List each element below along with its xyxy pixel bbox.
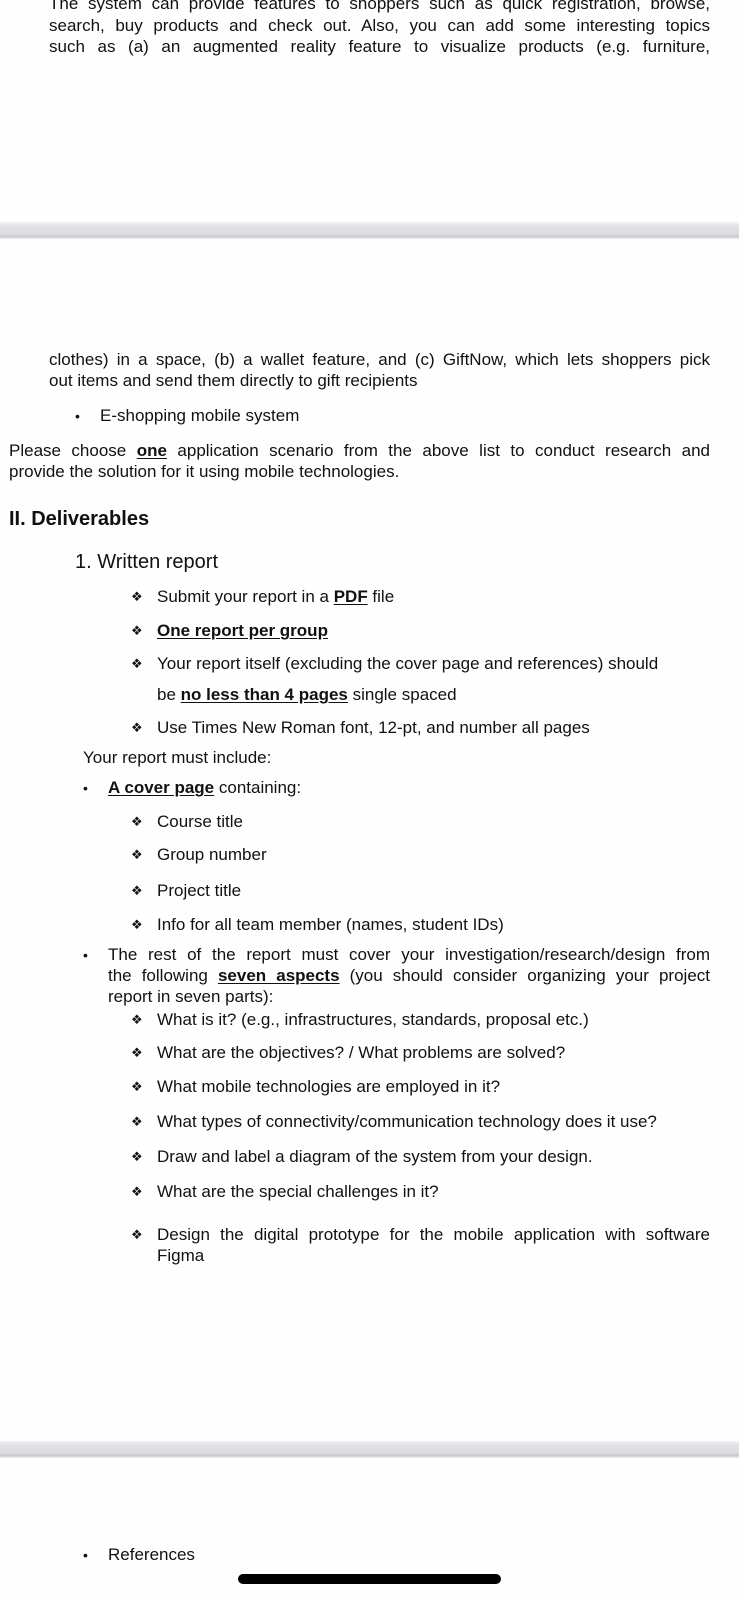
aspect-item: ❖ What is it? (e.g., infrastructures, sta… [131,1009,589,1030]
diamond-bullet-icon: ❖ [131,720,143,735]
text: Project title [157,881,242,900]
text: containing: [214,778,302,797]
continued-line-1: clothes) in a space, (b) a wallet featur… [49,350,710,369]
diamond-bullet-icon: ❖ [131,589,143,604]
page-separator [0,1441,739,1458]
text: Draw and label a diagram of the system f… [157,1147,593,1166]
diamond-bullet-icon: ❖ [131,1184,143,1199]
text: single spaced [347,685,457,704]
text: What mobile technologies are employed in… [157,1077,501,1096]
cover-page-item: • A cover page containing: [83,777,301,799]
text: What are the special challenges in it? [157,1182,439,1201]
emphasis-cover-page: A cover page [108,778,215,797]
rest-line-2: the following seven aspects (you should … [108,965,710,986]
references-item: • References [83,1544,195,1566]
text: Submit your report in a [157,587,334,606]
text: References [108,1545,195,1564]
text: Design the digital prototype for the mob… [157,1225,710,1244]
text: be [157,685,181,704]
text: (you should consider organizing your pro… [339,966,710,985]
text: application scenario from the above list… [166,441,710,460]
rule-length-line-1: ❖ Your report itself (excluding the cover… [131,653,658,674]
diamond-bullet-icon: ❖ [131,814,143,829]
text: Use Times New Roman font, 12-pt, and num… [157,718,590,737]
text: Group number [157,845,267,864]
emphasis-pdf: PDF [333,587,368,606]
diamond-bullet-icon: ❖ [131,1114,143,1129]
aspect-item: ❖ What are the objectives? / What problem… [131,1042,565,1063]
aspect-item: ❖ What types of connectivity/communicatio… [131,1111,657,1132]
scenario-list-item: • E-shopping mobile system [75,405,299,427]
choose-paragraph-line-1: Please choose one application scenario f… [9,440,710,461]
must-include-label: Your report must include: [83,748,272,767]
rule-pdf: ❖ Submit your report in a PDF file [131,586,394,607]
continued-line-2: out items and send them directly to gift… [49,371,418,390]
text: Your report itself (excluding the cover … [157,654,659,673]
rest-line-3: report in seven parts): [108,987,274,1006]
diamond-bullet-icon: ❖ [131,1149,143,1164]
diamond-bullet-icon: ❖ [131,917,143,932]
text: Please choose [9,441,137,460]
diamond-bullet-icon: ❖ [131,623,143,638]
bullet-icon: • [83,947,88,963]
diamond-bullet-icon: ❖ [131,1045,143,1060]
aspect-item-figma-line-2: Figma [157,1246,205,1265]
home-indicator[interactable] [238,1574,501,1584]
cover-item: ❖ Group number [131,844,267,865]
emphasis-one-report: One report per group [157,621,328,640]
subsection-title: 1. Written report [75,551,219,573]
rule-font: ❖ Use Times New Roman font, 12-pt, and nu… [131,717,590,738]
choose-paragraph-line-2: provide the solution for it using mobile… [9,462,400,481]
text: Course title [157,812,243,831]
text: file [367,587,395,606]
text: Info for all team member (names, student… [157,915,504,934]
emphasis-one: one [136,441,167,460]
aspect-item: ❖ What mobile technologies are employed i… [131,1076,500,1097]
section-title: II. Deliverables [9,508,150,530]
diamond-bullet-icon: ❖ [131,847,143,862]
diamond-bullet-icon: ❖ [131,656,143,671]
rule-length-line-2: be no less than 4 pages single spaced [157,684,457,705]
emphasis-seven-aspects: seven aspects [217,966,340,985]
cover-item: ❖ Info for all team member (names, studen… [131,914,504,935]
aspect-item: ❖ Draw and label a diagram of the system … [131,1146,593,1167]
text: What is it? (e.g., infrastructures, stan… [157,1010,589,1029]
text: What are the objectives? / What problems… [157,1043,566,1062]
rest-bullet-icon-row: • [83,944,108,966]
diamond-bullet-icon: ❖ [131,1079,143,1094]
intro-line-3: such as (a) an augmented reality feature… [49,37,710,56]
bullet-icon: • [75,408,80,424]
text: What types of connectivity/communication… [157,1112,657,1131]
diamond-bullet-icon: ❖ [131,883,143,898]
diamond-bullet-icon: ❖ [131,1012,143,1027]
cover-item: ❖ Course title [131,811,243,832]
aspect-item: ❖ What are the special challenges in it? [131,1181,439,1202]
rule-one-report: ❖ One report per group [131,620,328,641]
document-page-1: The system can provide features to shopp… [0,0,739,222]
cover-item: ❖ Project title [131,880,241,901]
intro-line-1: The system can provide features to shopp… [49,0,710,13]
intro-line-2: search, buy products and check out. Also… [49,16,710,35]
page-separator [0,222,739,239]
rest-line-1: The rest of the report must cover your i… [108,945,710,964]
text: the following [108,966,218,985]
emphasis-pages: no less than 4 pages [180,685,348,704]
bullet-icon: • [83,780,88,796]
scenario-label: E-shopping mobile system [100,406,300,425]
bullet-icon: • [83,1547,88,1563]
diamond-bullet-icon: ❖ [131,1227,143,1242]
aspect-item-figma-line-1: ❖ Design the digital prototype for the mo… [131,1224,710,1245]
